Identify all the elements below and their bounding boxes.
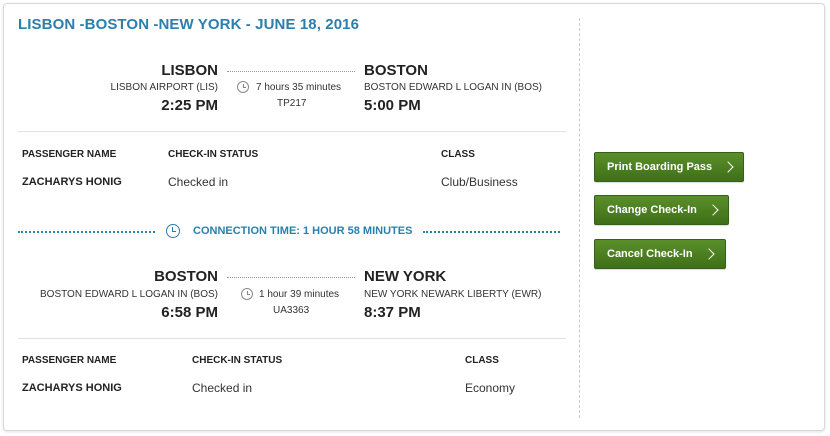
origin-airport: LISBON AIRPORT (LIS) bbox=[110, 82, 218, 93]
arrival-time: 8:37 PM bbox=[364, 304, 421, 321]
flight-number: UA3363 bbox=[273, 305, 310, 316]
origin-city: LISBON bbox=[161, 62, 218, 79]
chevron-right-icon bbox=[707, 204, 719, 216]
origin-city: BOSTON bbox=[154, 268, 218, 285]
divider bbox=[18, 131, 566, 132]
destination-city: BOSTON bbox=[364, 62, 428, 79]
class-header: CLASS bbox=[465, 355, 499, 366]
change-checkin-button[interactable]: Change Check-In bbox=[594, 195, 729, 225]
divider bbox=[18, 338, 566, 339]
passenger-name: ZACHARYS HONIG bbox=[22, 382, 122, 394]
flight-duration: 7 hours 35 minutes bbox=[256, 82, 342, 93]
column-divider bbox=[579, 18, 580, 418]
clock-icon bbox=[237, 81, 249, 93]
route-line bbox=[227, 277, 355, 278]
destination-airport: NEW YORK NEWARK LIBERTY (EWR) bbox=[364, 289, 542, 300]
checkin-status-header: CHECK-IN STATUS bbox=[168, 149, 259, 160]
cancel-checkin-label: Cancel Check-In bbox=[607, 248, 693, 260]
passenger-name: ZACHARYS HONIG bbox=[22, 176, 122, 188]
change-checkin-label: Change Check-In bbox=[607, 204, 697, 216]
clock-icon bbox=[241, 288, 253, 300]
checkin-status-header: CHECK-IN STATUS bbox=[192, 355, 283, 366]
flight-number: TP217 bbox=[277, 98, 307, 109]
cancel-checkin-button[interactable]: Cancel Check-In bbox=[594, 239, 726, 269]
destination-city: NEW YORK bbox=[364, 268, 447, 285]
flight-duration: 1 hour 39 minutes bbox=[259, 289, 340, 300]
route-line bbox=[227, 71, 355, 72]
connection-line-left bbox=[18, 231, 155, 233]
fare-class: Club/Business bbox=[441, 175, 518, 189]
passenger-name-header: PASSENGER NAME bbox=[22, 149, 117, 160]
chevron-right-icon bbox=[722, 161, 734, 173]
departure-time: 2:25 PM bbox=[161, 97, 218, 114]
checkin-status: Checked in bbox=[168, 175, 229, 189]
origin-airport: BOSTON EDWARD L LOGAN IN (BOS) bbox=[40, 289, 218, 300]
class-header: CLASS bbox=[441, 149, 475, 160]
passenger-name-header: PASSENGER NAME bbox=[22, 355, 117, 366]
clock-icon bbox=[166, 224, 180, 238]
chevron-right-icon bbox=[702, 248, 715, 260]
destination-airport: BOSTON EDWARD L LOGAN IN (BOS) bbox=[364, 82, 542, 93]
print-boarding-pass-label: Print Boarding Pass bbox=[607, 161, 713, 173]
checkin-status: Checked in bbox=[192, 381, 253, 395]
arrival-time: 5:00 PM bbox=[364, 97, 421, 114]
connection-time: CONNECTION TIME: 1 HOUR 58 MINUTES bbox=[193, 225, 413, 237]
print-boarding-pass-button[interactable]: Print Boarding Pass bbox=[594, 152, 744, 182]
connection-line-right bbox=[423, 231, 560, 233]
departure-time: 6:58 PM bbox=[161, 304, 218, 321]
trip-title: LISBON -BOSTON -NEW YORK - JUNE 18, 2016 bbox=[18, 16, 360, 33]
fare-class: Economy bbox=[465, 381, 516, 395]
